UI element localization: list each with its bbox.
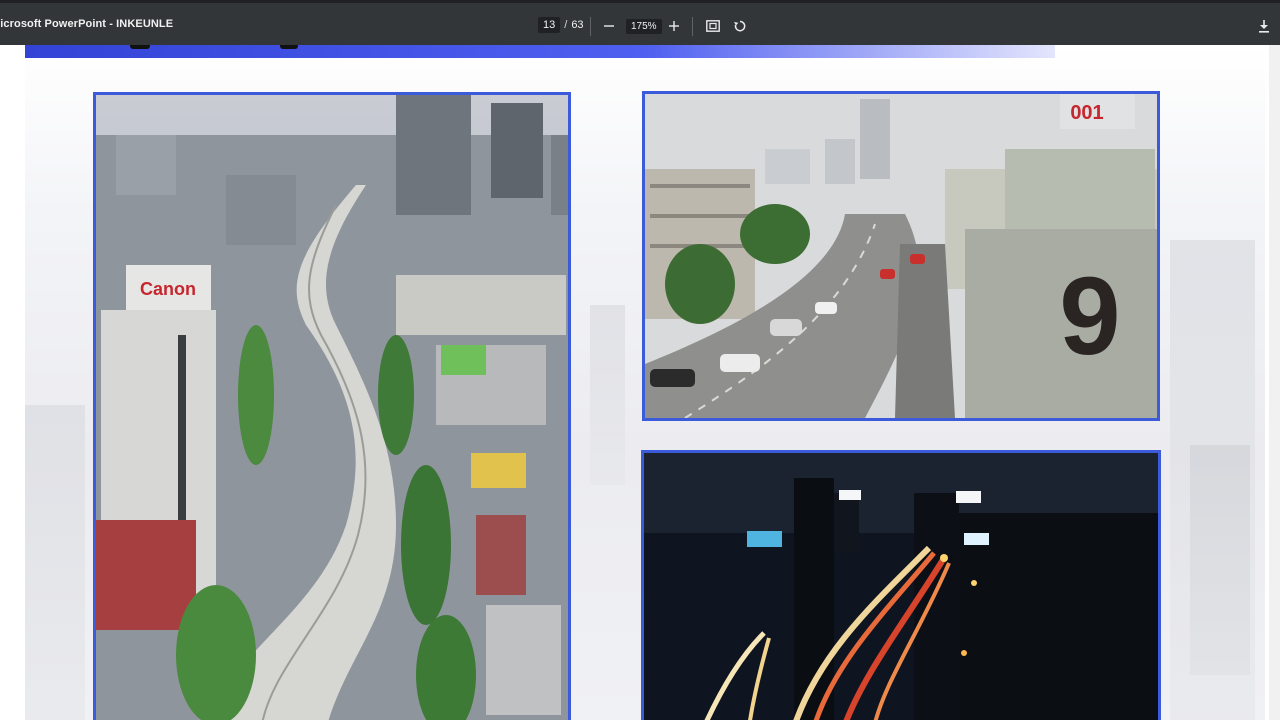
fit-page-button[interactable] [703, 16, 723, 36]
vertical-scrollbar[interactable] [1269, 45, 1280, 720]
download-button[interactable] [1254, 16, 1274, 36]
rotate-button[interactable] [730, 16, 750, 36]
photo-highway-night-light-trails [641, 450, 1161, 720]
slide-title-fragment [130, 45, 150, 49]
document-title: Microsoft PowerPoint - INKEUNLE [0, 18, 174, 30]
page-separator: / [564, 19, 568, 31]
minus-icon [604, 25, 614, 27]
canon-sign: Canon [140, 279, 196, 299]
zoom-in-button[interactable] [664, 16, 684, 36]
rotate-icon [734, 20, 746, 32]
pdf-toolbar: Microsoft PowerPoint - INKEUNLE 13 / 63 … [0, 0, 1280, 45]
plus-icon [669, 21, 679, 31]
background-building [1190, 445, 1250, 675]
fit-page-icon [706, 20, 720, 32]
background-building [25, 405, 85, 720]
current-page-input[interactable]: 13 [538, 17, 561, 33]
slide-title-fragment [280, 45, 298, 49]
slide-title-bar [25, 45, 1055, 58]
toolbar-divider [590, 17, 591, 36]
wall-number: 9 [1059, 255, 1120, 378]
download-icon [1259, 19, 1269, 33]
photo-elevated-highway-aerial: Canon [93, 92, 571, 720]
toolbar-divider [692, 17, 693, 36]
zoom-out-button[interactable] [599, 16, 619, 36]
slide-page: Canon 001 9 [0, 45, 1269, 720]
background-building [590, 305, 625, 485]
zoom-level-input[interactable]: 175% [626, 19, 662, 34]
sign-001: 001 [1070, 102, 1103, 124]
photo-elevated-highway-daytime: 001 9 [642, 91, 1160, 421]
total-pages: 63 [571, 19, 584, 31]
page-indicator: 13 / 63 [538, 17, 584, 33]
